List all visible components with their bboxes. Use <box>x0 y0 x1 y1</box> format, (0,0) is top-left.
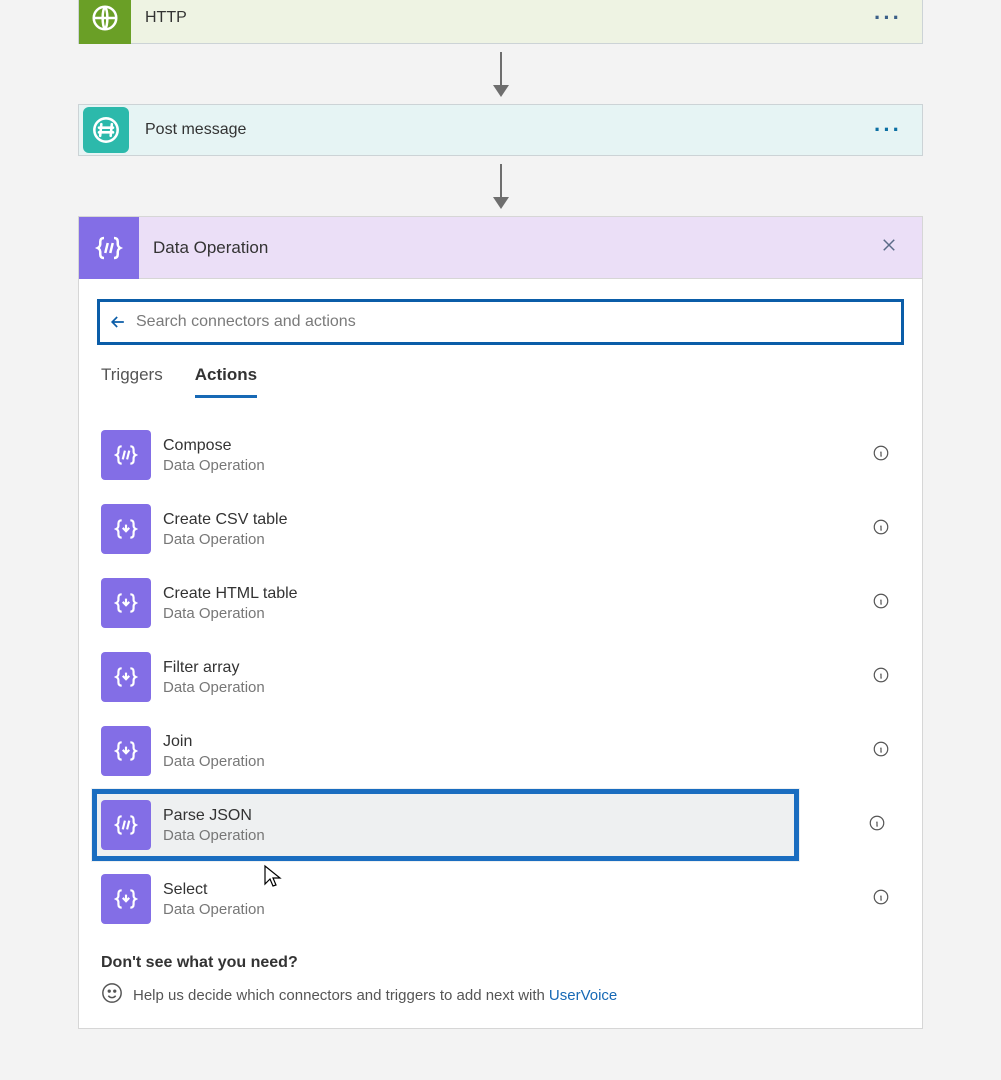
info-icon[interactable] <box>872 444 890 467</box>
action-name: Select <box>163 881 872 899</box>
braces-down-icon <box>101 652 151 702</box>
post-message-step[interactable]: Post message ··· <box>78 104 923 156</box>
info-icon[interactable] <box>872 518 890 541</box>
action-name: Parse JSON <box>163 807 800 825</box>
action-create-csv-table[interactable]: Create CSV table Data Operation <box>91 492 910 566</box>
info-icon[interactable] <box>872 666 890 689</box>
braces-down-icon <box>101 578 151 628</box>
close-button[interactable] <box>880 236 898 259</box>
arrow-down-icon <box>78 158 923 214</box>
more-menu-button[interactable]: ··· <box>874 117 902 143</box>
action-sub: Data Operation <box>163 679 872 696</box>
post-message-step-title: Post message <box>145 121 874 139</box>
info-icon[interactable] <box>872 888 890 911</box>
braces-down-icon <box>101 504 151 554</box>
hashtag-icon <box>83 107 129 153</box>
action-sub: Data Operation <box>163 531 872 548</box>
action-compose[interactable]: Compose Data Operation <box>91 418 910 492</box>
footer-help: Don't see what you need? Help us decide … <box>101 954 900 1008</box>
action-list: Compose Data Operation Create CSV table … <box>91 418 910 936</box>
search-container <box>97 299 904 345</box>
info-icon[interactable] <box>872 740 890 763</box>
http-step[interactable]: HTTP ··· <box>78 0 923 44</box>
action-sub: Data Operation <box>163 605 872 622</box>
tabs: Triggers Actions <box>101 365 900 398</box>
footer-text: Help us decide which connectors and trig… <box>133 987 545 1004</box>
data-operation-panel: Data Operation Triggers Actions <box>78 216 923 1029</box>
action-select[interactable]: Select Data Operation <box>91 862 910 936</box>
search-input[interactable] <box>136 313 893 331</box>
action-filter-array[interactable]: Filter array Data Operation <box>91 640 910 714</box>
braces-down-icon <box>101 726 151 776</box>
panel-header: Data Operation <box>79 217 922 279</box>
braces-icon <box>79 217 139 279</box>
action-sub: Data Operation <box>163 827 800 844</box>
action-name: Create CSV table <box>163 511 872 529</box>
arrow-down-icon <box>78 46 923 102</box>
panel-title: Data Operation <box>153 238 880 258</box>
action-sub: Data Operation <box>163 901 872 918</box>
globe-icon <box>79 0 131 44</box>
info-icon[interactable] <box>868 814 886 837</box>
action-sub: Data Operation <box>163 457 872 474</box>
action-parse-json[interactable]: Parse JSON Data Operation <box>91 788 800 862</box>
braces-icon <box>101 430 151 480</box>
action-create-html-table[interactable]: Create HTML table Data Operation <box>91 566 910 640</box>
uservoice-link[interactable]: UserVoice <box>549 987 617 1004</box>
braces-icon <box>101 800 151 850</box>
action-sub: Data Operation <box>163 753 872 770</box>
smiley-icon <box>101 982 123 1008</box>
tab-actions[interactable]: Actions <box>195 365 257 398</box>
action-name: Compose <box>163 437 872 455</box>
tab-triggers[interactable]: Triggers <box>101 365 163 398</box>
action-name: Create HTML table <box>163 585 872 603</box>
info-icon[interactable] <box>872 592 890 615</box>
footer-title: Don't see what you need? <box>101 954 900 972</box>
back-arrow-icon[interactable] <box>108 312 128 332</box>
braces-down-icon <box>101 874 151 924</box>
action-name: Join <box>163 733 872 751</box>
http-step-title: HTTP <box>145 9 874 27</box>
action-name: Filter array <box>163 659 872 677</box>
action-join[interactable]: Join Data Operation <box>91 714 910 788</box>
more-menu-button[interactable]: ··· <box>874 5 902 31</box>
